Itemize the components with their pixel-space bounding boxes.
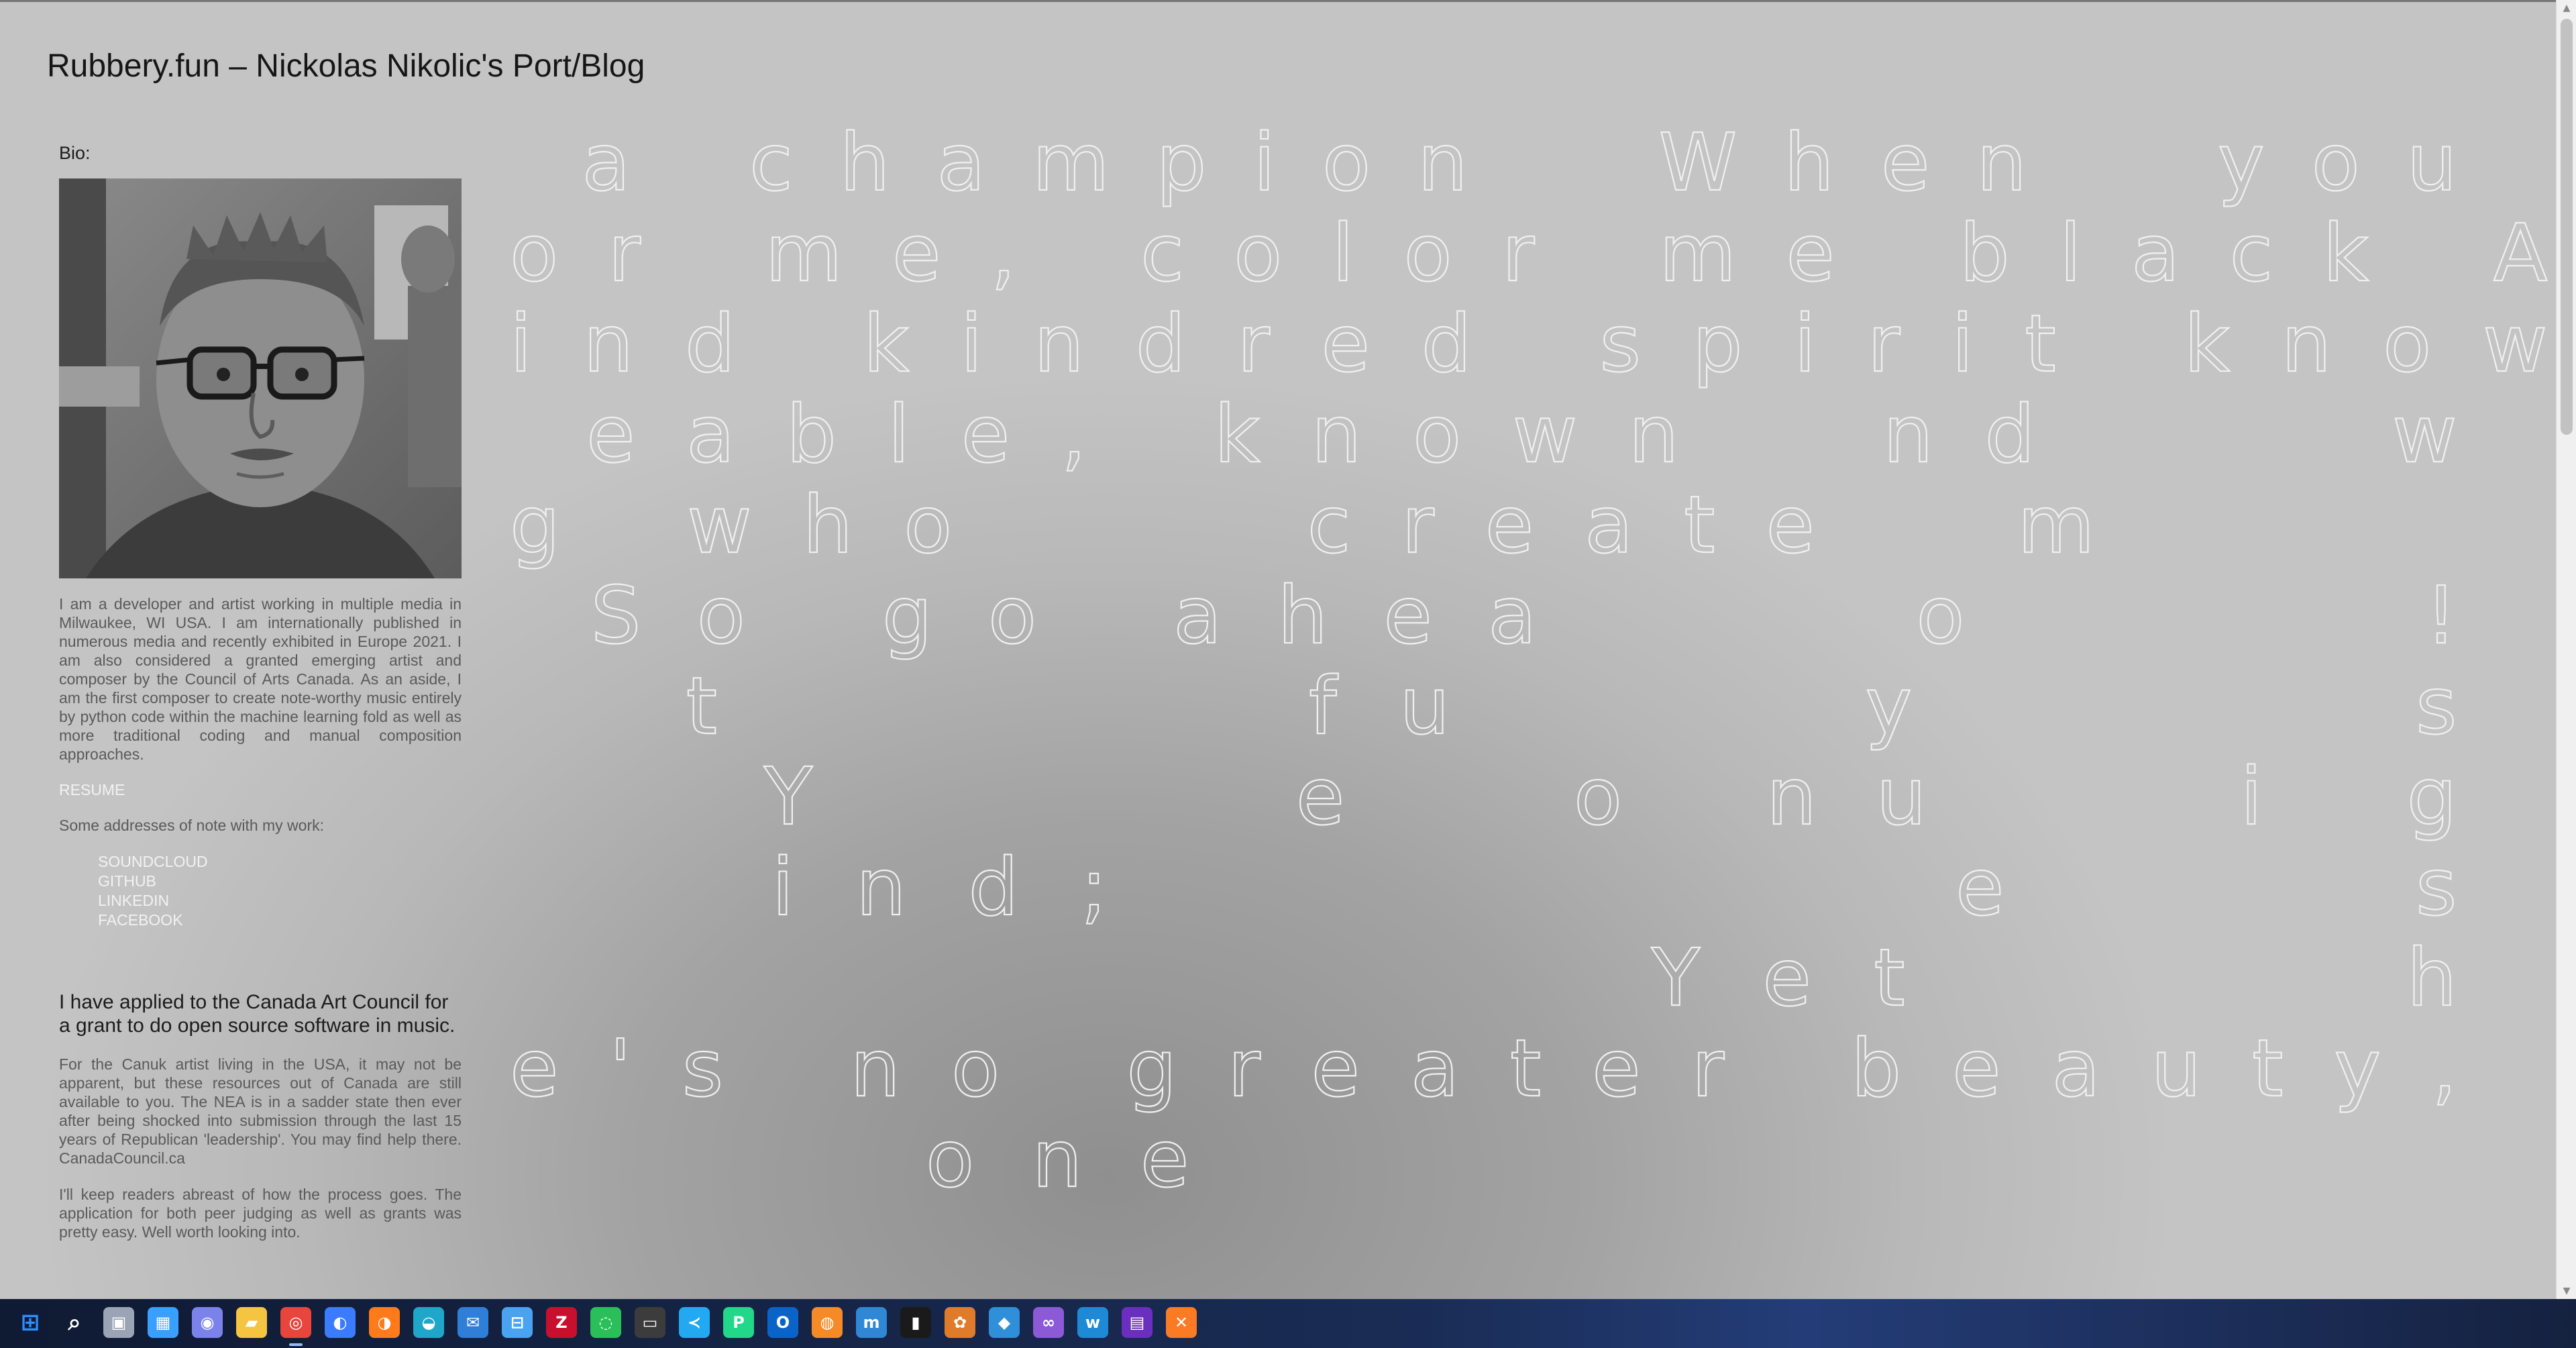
poem-line: o r m e , c o l o r m e b l a c k A	[510, 207, 2548, 299]
list-item: GITHUB	[98, 872, 462, 891]
github-link[interactable]: GITHUB	[98, 872, 156, 890]
list-item: FACEBOOK	[98, 911, 462, 930]
webex-icon[interactable]: w	[1077, 1307, 1108, 1338]
file-explorer-icon[interactable]: ▰	[236, 1307, 267, 1338]
linkedin-link[interactable]: LINKEDIN	[98, 892, 169, 909]
resume-link[interactable]: RESUME	[59, 781, 462, 799]
poem-line: t f u y s	[510, 660, 2457, 752]
poem-line: S o g o a h e a o !	[510, 569, 2457, 662]
pycharm-icon[interactable]: P	[723, 1307, 754, 1338]
grant-paragraph: For the Canuk artist living in the USA, …	[59, 1055, 462, 1167]
taskbar: ⊞ ⌕ ▣ ▦ ◉ ▰ ◎ ◐ ◑ ◒ ✉ ⊟ Z ◌ ▭ ≺ P O ◍ m ▮ ✿ ◆ ∞ w ▤ ✕	[0, 1299, 2576, 1348]
widgets-icon[interactable]: ▦	[148, 1307, 178, 1338]
poem-line: a c h a m p i o n W h e n y o u	[510, 116, 2457, 209]
visual-studio-icon[interactable]: ∞	[1033, 1307, 1064, 1338]
poem-line: Y e o n u i g	[510, 750, 2457, 843]
grant-paragraph: I'll keep readers abreast of how the pro…	[59, 1186, 462, 1241]
terminal-icon[interactable]: ▭	[635, 1307, 665, 1338]
poem-line: o n e	[510, 1112, 1189, 1205]
ableton-live-icon[interactable]: ▮	[900, 1307, 931, 1338]
sync-icon[interactable]: ◌	[590, 1307, 621, 1338]
vpn-icon[interactable]: ◆	[989, 1307, 1020, 1338]
search-icon[interactable]: ⌕	[59, 1307, 90, 1338]
list-item: SOUNDCLOUD	[98, 852, 462, 872]
bio-text: I am a developer and artist working in m…	[59, 595, 462, 763]
teams-chat-icon[interactable]: ◉	[192, 1307, 223, 1338]
vscode-icon[interactable]: ≺	[679, 1307, 710, 1338]
filezilla-icon[interactable]: Z	[546, 1307, 577, 1338]
task-view-icon[interactable]: ▣	[103, 1307, 134, 1338]
scroll-up-icon[interactable]: ▲	[2557, 0, 2576, 16]
store-icon[interactable]: ⊟	[502, 1307, 533, 1338]
xampp-icon[interactable]: ✕	[1166, 1307, 1197, 1338]
mail-icon[interactable]: ✉	[458, 1307, 488, 1338]
poem-line: Y e t h	[510, 931, 2457, 1024]
grant-heading: I have applied to the Canada Art Council…	[59, 991, 455, 1037]
poem-line: g w h o c r e a t e m	[510, 478, 2095, 571]
poem-line: e a b l e , k n o w n n d w	[510, 388, 2457, 480]
scroll-down-icon[interactable]: ▼	[2557, 1283, 2576, 1299]
mastodon-icon[interactable]: m	[856, 1307, 887, 1338]
social-links-list: SOUNDCLOUD GITHUB LINKEDIN FACEBOOK	[98, 852, 462, 930]
meet-app-icon[interactable]: ▤	[1122, 1307, 1152, 1338]
addresses-intro: Some addresses of note with my work:	[59, 817, 324, 834]
scrollbar-thumb[interactable]	[2561, 19, 2573, 435]
avatar	[59, 178, 462, 578]
poem-line: i n d ; e s	[510, 841, 2457, 933]
poem-line: i n d k i n d r e d s p i r i t k n o w	[510, 297, 2547, 390]
sidebar: Bio: I am a developer and artist working…	[59, 143, 462, 1241]
firefox-dev-icon[interactable]: ◐	[325, 1307, 356, 1338]
facebook-link[interactable]: FACEBOOK	[98, 911, 183, 929]
firefox-icon[interactable]: ◑	[369, 1307, 400, 1338]
outlook-icon[interactable]: O	[767, 1307, 798, 1338]
chrome-icon[interactable]: ◎	[280, 1307, 311, 1338]
soundcloud-link[interactable]: SOUNDCLOUD	[98, 853, 208, 870]
blender-icon[interactable]: ◍	[812, 1307, 843, 1338]
vertical-scrollbar[interactable]: ▲ ▼	[2556, 0, 2576, 1299]
edge-icon[interactable]: ◒	[413, 1307, 444, 1338]
active-app-indicator	[289, 1343, 303, 1346]
davinci-icon[interactable]: ✿	[945, 1307, 975, 1338]
bio-heading: Bio:	[59, 143, 91, 163]
windows-start-icon[interactable]: ⊞	[15, 1307, 46, 1338]
list-item: LINKEDIN	[98, 891, 462, 911]
browser-viewport: Rubbery.fun – Nickolas Nikolic's Port/Bl…	[0, 0, 2556, 1301]
poem-line: e ' s n o g r e a t e r b e a u t y ,	[510, 1022, 2457, 1114]
